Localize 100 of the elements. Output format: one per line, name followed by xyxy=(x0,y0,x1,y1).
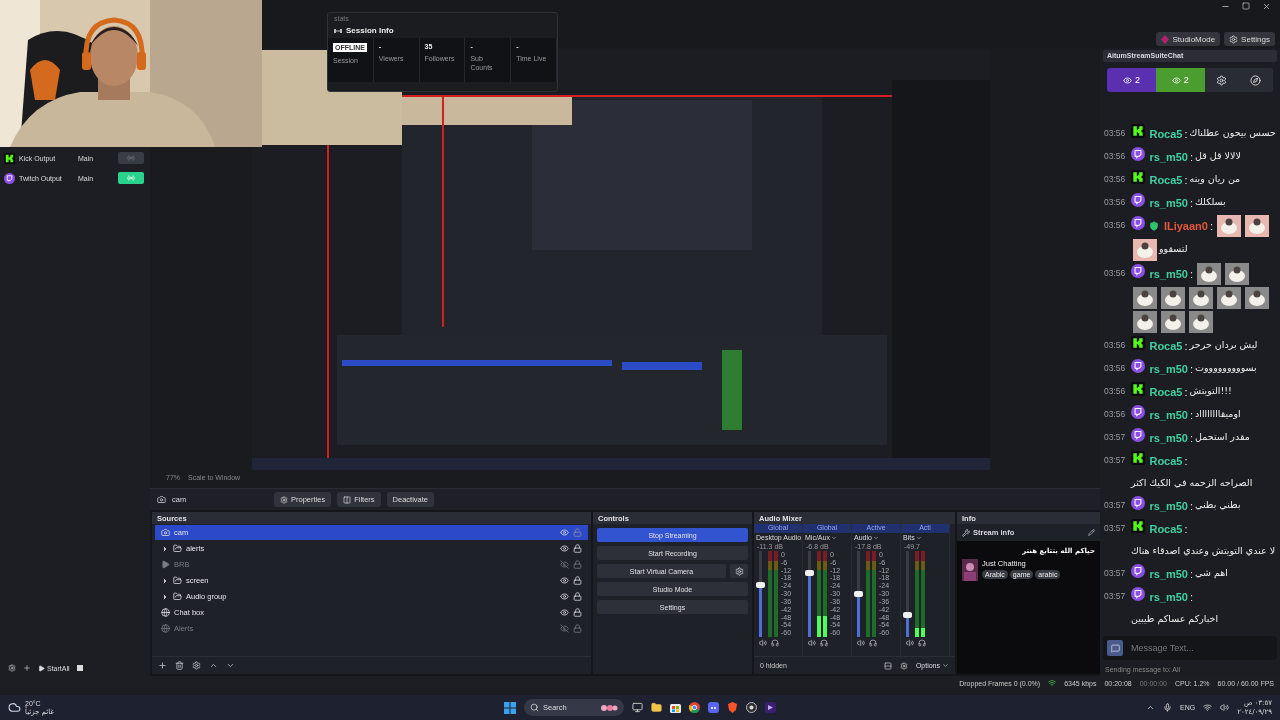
chat-username: Roca5 xyxy=(1149,386,1183,398)
speaker-icon[interactable] xyxy=(808,639,816,647)
move-up-icon[interactable] xyxy=(209,661,218,670)
record-app-icon[interactable] xyxy=(746,702,757,713)
globe-icon xyxy=(161,608,170,617)
eye-off-icon[interactable] xyxy=(560,624,569,633)
globe-icon xyxy=(161,624,170,633)
studio-toggle-button[interactable]: StudioMode xyxy=(1156,32,1221,46)
chat-username: Roca5 xyxy=(1149,128,1183,140)
message-time: 03:56 xyxy=(1104,385,1127,398)
viewer-count: 2 xyxy=(1155,68,1205,92)
settings-button[interactable]: Settings xyxy=(1224,32,1275,46)
weather-icon[interactable] xyxy=(8,701,21,714)
video-app-icon[interactable] xyxy=(765,702,776,713)
volume-fader-thumb[interactable] xyxy=(854,591,863,597)
lock-icon[interactable] xyxy=(573,544,582,553)
settings-button[interactable] xyxy=(730,564,748,578)
browser-icon[interactable] xyxy=(689,702,700,713)
search-icon xyxy=(530,703,539,712)
colon-separator: : xyxy=(1190,151,1194,163)
add-icon[interactable] xyxy=(158,661,167,670)
eye-off-icon[interactable] xyxy=(560,560,569,569)
microphone-icon[interactable] xyxy=(1163,703,1173,712)
task-view-icon[interactable] xyxy=(632,702,643,713)
speaker-icon[interactable] xyxy=(759,639,767,647)
chat-message: الصراحه الزحمه في الكيك اكثر xyxy=(1131,476,1253,490)
speaker-icon[interactable] xyxy=(906,639,914,647)
viewer-count: 2 xyxy=(1107,68,1156,92)
colon-separator: : xyxy=(1190,591,1194,603)
message-time: 03:56 xyxy=(1104,339,1127,352)
settings-icon[interactable] xyxy=(8,664,16,672)
eye-icon[interactable] xyxy=(560,576,569,585)
colon-separator: : xyxy=(1190,363,1194,375)
play-icon xyxy=(38,664,45,672)
shield-app-icon[interactable] xyxy=(727,702,738,713)
caret-icon[interactable] xyxy=(872,534,879,541)
volume-fader-track[interactable] xyxy=(808,551,811,637)
output-toggle[interactable] xyxy=(118,172,144,184)
compass-button[interactable] xyxy=(1238,68,1273,92)
chat-app-icon[interactable] xyxy=(708,702,719,713)
store-icon[interactable] xyxy=(670,702,681,713)
chat-username: rs_m50 xyxy=(1149,432,1188,444)
headphones-icon[interactable] xyxy=(869,639,877,647)
volume-fader-thumb[interactable] xyxy=(805,570,814,577)
chat-message: لالالا قل قل xyxy=(1195,149,1241,163)
chat-username: Roca5 xyxy=(1149,455,1183,467)
lock-icon[interactable] xyxy=(573,576,582,585)
eye-icon[interactable] xyxy=(560,608,569,617)
add-icon[interactable] xyxy=(23,664,31,672)
folder-icon[interactable] xyxy=(651,702,662,713)
headphones-icon[interactable] xyxy=(820,639,828,647)
eye-icon[interactable] xyxy=(560,592,569,601)
headphones-icon[interactable] xyxy=(918,639,926,647)
eye-icon[interactable] xyxy=(560,544,569,553)
close-icon[interactable] xyxy=(1262,2,1271,11)
kick-logo-icon xyxy=(1131,451,1145,465)
layout-icon[interactable] xyxy=(883,661,892,670)
headphones-icon[interactable] xyxy=(771,639,779,647)
chat-icon xyxy=(1110,643,1120,653)
volume-fader-track[interactable] xyxy=(857,551,860,637)
eye-icon xyxy=(1171,75,1181,85)
stop-icon[interactable] xyxy=(76,665,83,671)
network-icon[interactable] xyxy=(1203,703,1213,712)
camera-icon xyxy=(157,495,166,504)
chat-message: لا عندي التويتش وعندي اصدقاء هناك xyxy=(1131,544,1276,558)
settings-button[interactable] xyxy=(1204,68,1239,92)
eye-icon[interactable] xyxy=(560,528,569,537)
kick-logo-icon xyxy=(1131,336,1145,350)
twitch-logo-icon xyxy=(1131,193,1145,207)
filter-icon xyxy=(343,495,352,504)
volume-fader-track[interactable] xyxy=(759,551,762,637)
move-down-icon[interactable] xyxy=(226,661,235,670)
volume-icon[interactable] xyxy=(1220,703,1230,712)
output-toggle[interactable] xyxy=(118,152,144,164)
caret-icon[interactable] xyxy=(830,534,837,541)
speaker-icon[interactable] xyxy=(857,639,865,647)
trash-icon[interactable] xyxy=(175,661,184,670)
maximize-icon[interactable] xyxy=(1242,2,1250,10)
windows-logo-icon[interactable] xyxy=(504,701,516,714)
caret-icon[interactable] xyxy=(915,534,922,541)
chat-message: حسس بيحون عطلناك xyxy=(1189,126,1276,140)
message-time: 03:56 xyxy=(1104,150,1127,163)
volume-fader-thumb[interactable] xyxy=(756,582,765,589)
expand-icon[interactable] xyxy=(161,544,169,553)
tray-expand-icon[interactable] xyxy=(1146,703,1156,712)
edit-icon[interactable] xyxy=(1088,529,1095,536)
message-time: 03:57 xyxy=(1104,567,1127,580)
message-time: 03:56 xyxy=(1104,362,1127,375)
settings-icon[interactable] xyxy=(192,661,201,670)
message-bar[interactable]: Message Text... xyxy=(1103,636,1277,660)
chat-message: بسوووووووووت xyxy=(1195,361,1257,375)
lock-icon[interactable] xyxy=(573,592,582,601)
chat-username: rs_m50 xyxy=(1149,500,1188,512)
volume-fader-thumb[interactable] xyxy=(903,611,912,618)
chat-message: مقدر استحمل xyxy=(1195,430,1250,444)
settings-icon[interactable] xyxy=(899,661,908,670)
colon-separator: : xyxy=(1190,568,1194,580)
chat-username: rs_m50 xyxy=(1149,363,1188,375)
lock-icon[interactable] xyxy=(573,608,582,617)
message-field[interactable]: Message Text... xyxy=(1129,642,1249,654)
